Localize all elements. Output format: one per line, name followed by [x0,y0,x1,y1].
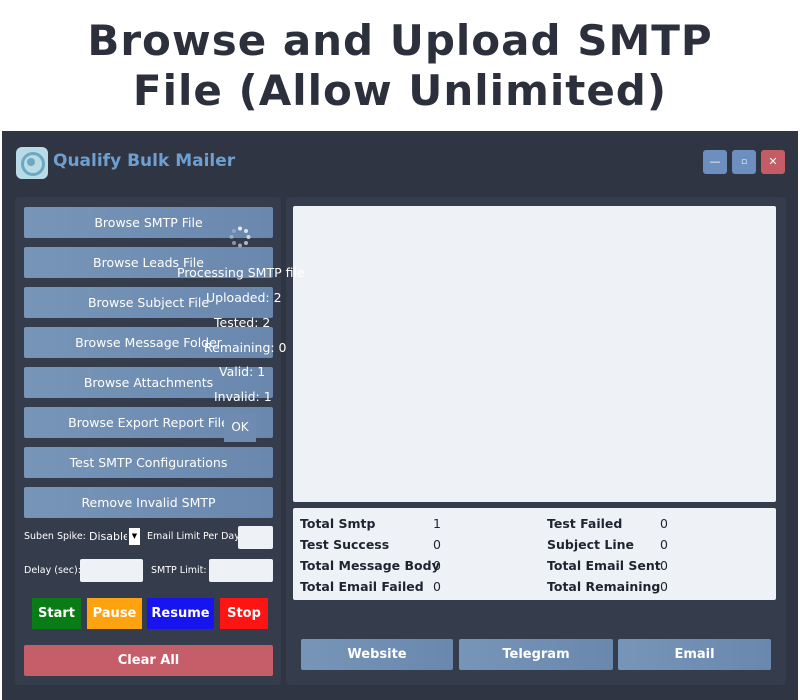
ok-button[interactable]: OK [224,413,256,442]
log-output-area[interactable] [293,206,776,502]
banner-line-2: File (Allow Unlimited) [132,66,668,115]
right-panel: Total Smtp 1 Test Success 0 Total Messag… [286,197,786,685]
chat-bubble-logo-icon [16,147,48,179]
email-limit-label: Email Limit Per Day: [147,531,243,542]
close-button[interactable]: ✕ [761,150,785,174]
maximize-button[interactable]: ▫ [732,150,756,174]
stat-value: 0 [433,558,441,573]
app-window: Qualify Bulk Mailer — ▫ ✕ Browse SMTP Fi… [2,131,798,700]
stat-label: Total Email Sent [547,558,661,573]
email-limit-input[interactable] [238,526,273,549]
stop-button[interactable]: Stop [220,598,268,629]
stat-value: 0 [660,558,668,573]
clear-all-button[interactable]: Clear All [24,645,273,676]
remaining-count: Remaining: 0 [204,340,287,355]
remove-invalid-smtp-button[interactable]: Remove Invalid SMTP [24,487,273,518]
resume-button[interactable]: Resume [147,598,214,629]
stat-label: Total Message Body [300,558,440,573]
stat-label: Total Remaining [547,579,661,594]
website-button[interactable]: Website [301,639,453,670]
stat-value: 0 [660,537,668,552]
stats-panel: Total Smtp 1 Test Success 0 Total Messag… [293,508,776,600]
tested-count: Tested: 2 [214,315,271,330]
start-button[interactable]: Start [32,598,81,629]
delay-label: Delay (sec): [24,565,81,576]
minimize-button[interactable]: — [703,150,727,174]
suben-spike-select[interactable]: Disabled ▼ [89,528,140,545]
smtp-limit-input[interactable] [209,559,273,582]
pause-button[interactable]: Pause [87,598,142,629]
telegram-button[interactable]: Telegram [459,639,613,670]
stat-value: 1 [433,516,441,531]
stat-value: 0 [433,579,441,594]
stat-label: Total Email Failed [300,579,424,594]
stat-label: Test Failed [547,516,623,531]
stat-value: 0 [660,579,668,594]
suben-spike-label: Suben Spike: [24,531,86,542]
test-smtp-config-button[interactable]: Test SMTP Configurations [24,447,273,478]
stat-value: 0 [660,516,668,531]
stat-label: Total Smtp [300,516,376,531]
smtp-limit-label: SMTP Limit: [151,565,207,576]
chevron-down-icon: ▼ [129,528,140,545]
loading-spinner-icon [229,226,251,248]
banner: Browse and Upload SMTP File (Allow Unlim… [0,0,800,128]
uploaded-count: Uploaded: 2 [206,290,282,305]
valid-count: Valid: 1 [219,364,266,379]
stat-value: 0 [433,537,441,552]
stat-label: Subject Line [547,537,634,552]
processing-text: Processing SMTP file [177,265,305,280]
stat-label: Test Success [300,537,390,552]
suben-spike-value: Disabled [89,530,127,543]
email-button[interactable]: Email [618,639,771,670]
app-title: Qualify Bulk Mailer [53,151,236,171]
banner-line-1: Browse and Upload SMTP [87,16,713,65]
invalid-count: Invalid: 1 [214,389,272,404]
delay-input[interactable] [80,559,143,582]
